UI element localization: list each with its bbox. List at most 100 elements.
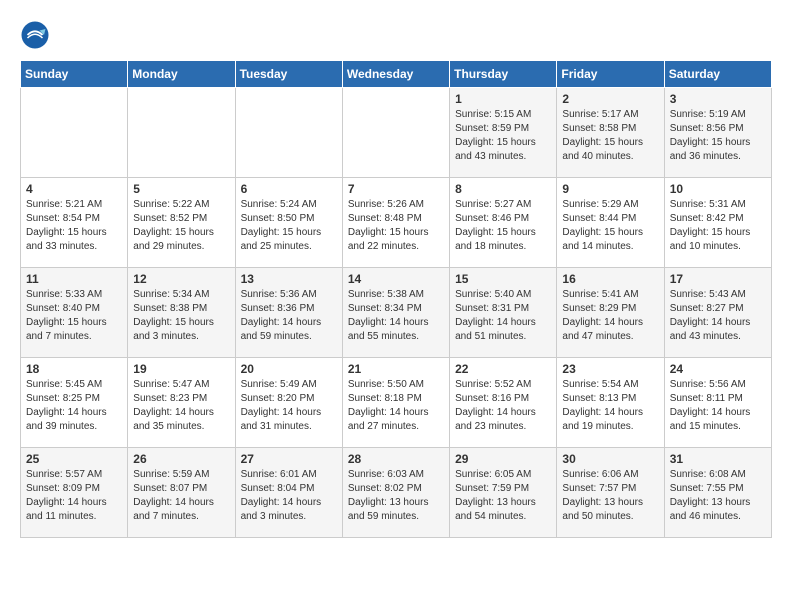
day-number: 4 [26,182,122,196]
calendar-cell: 12 Sunrise: 5:34 AMSunset: 8:38 PMDayligh… [128,268,235,358]
logo-icon [20,20,50,50]
weekday-header-row: SundayMondayTuesdayWednesdayThursdayFrid… [21,61,772,88]
page-header [20,20,772,50]
day-number: 31 [670,452,766,466]
cell-content: Sunrise: 5:54 AMSunset: 8:13 PMDaylight:… [562,378,658,434]
cell-content: Sunrise: 5:38 AMSunset: 8:34 PMDaylight:… [348,288,444,344]
calendar-cell: 16Sunrise: 5:41 AMSunset: 8:29 PMDayligh… [557,268,664,358]
calendar-cell: 2 Sunrise: 5:17 AMSunset: 8:58 PMDaylight… [557,88,664,178]
weekday-header-wednesday: Wednesday [342,61,449,88]
calendar-cell: 1 Sunrise: 5:15 AMSunset: 8:59 PMDaylight… [450,88,557,178]
week-row-2: 4 Sunrise: 5:21 AMSunset: 8:54 PMDaylight… [21,178,772,268]
calendar-cell [128,88,235,178]
cell-content: Sunrise: 5:50 AMSunset: 8:18 PMDaylight:… [348,378,444,434]
cell-content: Sunrise: 5:56 AMSunset: 8:11 PMDaylight:… [670,378,766,434]
cell-content: Sunrise: 5:47 AMSunset: 8:23 PMDaylight:… [133,378,229,434]
day-number: 18 [26,362,122,376]
cell-content: Sunrise: 5:33 AMSunset: 8:40 PMDaylight:… [26,288,122,344]
day-number: 2 [562,92,658,106]
day-number: 17 [670,272,766,286]
calendar-cell: 4 Sunrise: 5:21 AMSunset: 8:54 PMDaylight… [21,178,128,268]
weekday-header-friday: Friday [557,61,664,88]
day-number: 6 [241,182,337,196]
weekday-header-sunday: Sunday [21,61,128,88]
day-number: 24 [670,362,766,376]
cell-content: Sunrise: 5:21 AMSunset: 8:54 PMDaylight:… [26,198,122,254]
cell-content: Sunrise: 5:45 AMSunset: 8:25 PMDaylight:… [26,378,122,434]
cell-content: Sunrise: 6:08 AMSunset: 7:55 PMDaylight:… [670,468,766,524]
day-number: 7 [348,182,444,196]
calendar-cell: 13Sunrise: 5:36 AMSunset: 8:36 PMDayligh… [235,268,342,358]
day-number: 29 [455,452,551,466]
cell-content: Sunrise: 5:15 AMSunset: 8:59 PMDaylight:… [455,108,551,164]
day-number: 27 [241,452,337,466]
cell-content: Sunrise: 5:26 AMSunset: 8:48 PMDaylight:… [348,198,444,254]
day-number: 26 [133,452,229,466]
weekday-header-thursday: Thursday [450,61,557,88]
logo [20,20,54,50]
day-number: 3 [670,92,766,106]
cell-content: Sunrise: 5:49 AMSunset: 8:20 PMDaylight:… [241,378,337,434]
cell-content: Sunrise: 5:41 AMSunset: 8:29 PMDaylight:… [562,288,658,344]
day-number: 1 [455,92,551,106]
calendar-cell: 31 Sunrise: 6:08 AMSunset: 7:55 PMDayligh… [664,448,771,538]
day-number: 14 [348,272,444,286]
calendar-cell: 11 Sunrise: 5:33 AMSunset: 8:40 PMDayligh… [21,268,128,358]
cell-content: Sunrise: 6:03 AMSunset: 8:02 PMDaylight:… [348,468,444,524]
calendar-cell: 19 Sunrise: 5:47 AMSunset: 8:23 PMDayligh… [128,358,235,448]
calendar-cell: 23 Sunrise: 5:54 AMSunset: 8:13 PMDayligh… [557,358,664,448]
day-number: 30 [562,452,658,466]
day-number: 10 [670,182,766,196]
day-number: 20 [241,362,337,376]
calendar-cell: 15Sunrise: 5:40 AMSunset: 8:31 PMDayligh… [450,268,557,358]
cell-content: Sunrise: 6:01 AMSunset: 8:04 PMDaylight:… [241,468,337,524]
calendar-cell: 17 Sunrise: 5:43 AMSunset: 8:27 PMDayligh… [664,268,771,358]
cell-content: Sunrise: 5:17 AMSunset: 8:58 PMDaylight:… [562,108,658,164]
calendar-cell: 5Sunrise: 5:22 AMSunset: 8:52 PMDaylight… [128,178,235,268]
week-row-5: 25Sunrise: 5:57 AMSunset: 8:09 PMDayligh… [21,448,772,538]
week-row-4: 18 Sunrise: 5:45 AMSunset: 8:25 PMDayligh… [21,358,772,448]
day-number: 13 [241,272,337,286]
calendar-cell: 30 Sunrise: 6:06 AMSunset: 7:57 PMDayligh… [557,448,664,538]
calendar-cell: 28Sunrise: 6:03 AMSunset: 8:02 PMDayligh… [342,448,449,538]
cell-content: Sunrise: 6:06 AMSunset: 7:57 PMDaylight:… [562,468,658,524]
day-number: 23 [562,362,658,376]
cell-content: Sunrise: 5:27 AMSunset: 8:46 PMDaylight:… [455,198,551,254]
day-number: 15 [455,272,551,286]
cell-content: Sunrise: 6:05 AMSunset: 7:59 PMDaylight:… [455,468,551,524]
day-number: 12 [133,272,229,286]
cell-content: Sunrise: 5:19 AMSunset: 8:56 PMDaylight:… [670,108,766,164]
cell-content: Sunrise: 5:57 AMSunset: 8:09 PMDaylight:… [26,468,122,524]
day-number: 19 [133,362,229,376]
cell-content: Sunrise: 5:34 AMSunset: 8:38 PMDaylight:… [133,288,229,344]
calendar-cell: 9Sunrise: 5:29 AMSunset: 8:44 PMDaylight… [557,178,664,268]
cell-content: Sunrise: 5:43 AMSunset: 8:27 PMDaylight:… [670,288,766,344]
calendar-cell: 24 Sunrise: 5:56 AMSunset: 8:11 PMDayligh… [664,358,771,448]
calendar-cell: 7 Sunrise: 5:26 AMSunset: 8:48 PMDaylight… [342,178,449,268]
cell-content: Sunrise: 5:59 AMSunset: 8:07 PMDaylight:… [133,468,229,524]
calendar-cell: 18 Sunrise: 5:45 AMSunset: 8:25 PMDayligh… [21,358,128,448]
calendar-cell: 26 Sunrise: 5:59 AMSunset: 8:07 PMDayligh… [128,448,235,538]
calendar-table: SundayMondayTuesdayWednesdayThursdayFrid… [20,60,772,538]
calendar-cell: 22Sunrise: 5:52 AMSunset: 8:16 PMDayligh… [450,358,557,448]
calendar-cell [235,88,342,178]
calendar-cell: 8 Sunrise: 5:27 AMSunset: 8:46 PMDaylight… [450,178,557,268]
calendar-cell: 10 Sunrise: 5:31 AMSunset: 8:42 PMDayligh… [664,178,771,268]
weekday-header-tuesday: Tuesday [235,61,342,88]
weekday-header-monday: Monday [128,61,235,88]
day-number: 11 [26,272,122,286]
calendar-cell: 27 Sunrise: 6:01 AMSunset: 8:04 PMDayligh… [235,448,342,538]
weekday-header-saturday: Saturday [664,61,771,88]
day-number: 8 [455,182,551,196]
calendar-cell: 14 Sunrise: 5:38 AMSunset: 8:34 PMDayligh… [342,268,449,358]
cell-content: Sunrise: 5:29 AMSunset: 8:44 PMDaylight:… [562,198,658,254]
cell-content: Sunrise: 5:24 AMSunset: 8:50 PMDaylight:… [241,198,337,254]
cell-content: Sunrise: 5:31 AMSunset: 8:42 PMDaylight:… [670,198,766,254]
calendar-cell: 29 Sunrise: 6:05 AMSunset: 7:59 PMDayligh… [450,448,557,538]
calendar-cell: 20 Sunrise: 5:49 AMSunset: 8:20 PMDayligh… [235,358,342,448]
calendar-cell: 25Sunrise: 5:57 AMSunset: 8:09 PMDayligh… [21,448,128,538]
day-number: 5 [133,182,229,196]
calendar-cell: 6 Sunrise: 5:24 AMSunset: 8:50 PMDaylight… [235,178,342,268]
calendar-cell: 3 Sunrise: 5:19 AMSunset: 8:56 PMDaylight… [664,88,771,178]
day-number: 21 [348,362,444,376]
